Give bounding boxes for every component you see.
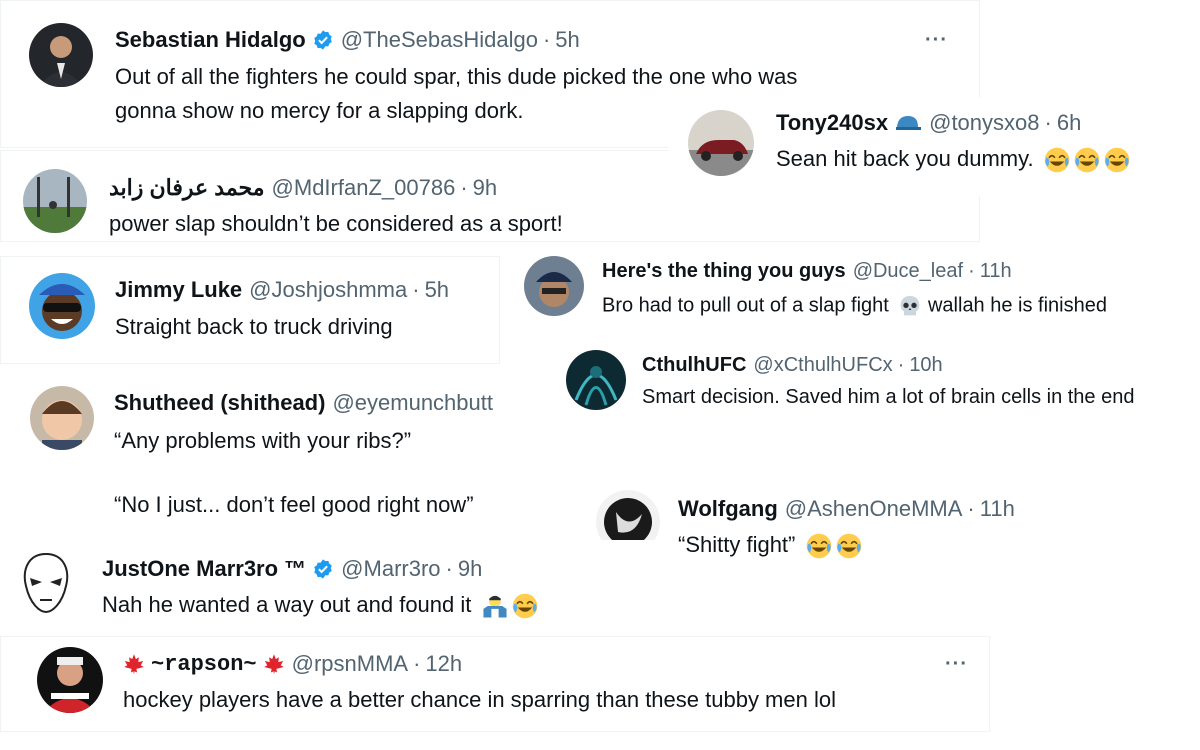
- maple-leaf-emoji: [123, 653, 145, 675]
- tweet-header: Tony240sx @tonysxo8 · 6h: [776, 110, 1081, 136]
- tweet-text: Bro had to pull out of a slap fight wall…: [602, 294, 1107, 318]
- face-with-tears-of-joy-emoji: [806, 533, 832, 559]
- separator-dot: ·: [967, 496, 975, 521]
- display-name[interactable]: محمد عرفان زابد: [109, 175, 265, 201]
- user-handle[interactable]: @AshenOneMMA: [785, 496, 963, 522]
- display-name[interactable]: Wolfgang: [678, 496, 778, 522]
- tweet-text: Straight back to truck driving: [115, 314, 393, 339]
- maple-leaf-emoji: [263, 653, 285, 675]
- tweet-text: Smart decision. Saved him a lot of brain…: [642, 386, 1135, 408]
- tweet-card-wolfgang[interactable]: Wolfgang @AshenOneMMA · 11h “Shitty figh…: [580, 480, 1200, 572]
- tweet-header: Wolfgang @AshenOneMMA · 11h: [678, 496, 1015, 522]
- avatar[interactable]: [37, 647, 103, 713]
- tweet-text: power slap shouldn’t be considered as a …: [109, 211, 563, 236]
- tweet-header: Jimmy Luke @Joshjoshmma · 5h: [115, 277, 449, 303]
- display-name[interactable]: Tony240sx: [776, 110, 888, 136]
- tweet-header: محمد عرفان زابد @MdIrfanZ_00786 · 9h: [109, 175, 497, 201]
- separator-dot: ·: [445, 556, 453, 581]
- tweet-text: “Shitty fight”: [678, 532, 862, 559]
- display-name[interactable]: Here's the thing you guys: [602, 260, 846, 283]
- user-handle[interactable]: @Marr3ro: [341, 556, 440, 582]
- user-handle[interactable]: @TheSebasHidalgo: [341, 27, 538, 53]
- timestamp[interactable]: 9h: [458, 556, 482, 582]
- timestamp[interactable]: 11h: [980, 260, 1012, 283]
- tweet-text-line-2: “No I just... don’t feel good right now”: [114, 492, 474, 517]
- separator-dot: ·: [542, 27, 551, 52]
- more-options-button[interactable]: ···: [925, 29, 948, 52]
- tweet-text-content: Nah he wanted a way out and found it: [102, 592, 472, 617]
- tweet-text-content: “Shitty fight”: [678, 532, 796, 557]
- separator-dot: ·: [412, 277, 420, 302]
- face-with-tears-of-joy-emoji: [836, 533, 862, 559]
- display-name[interactable]: Jimmy Luke: [115, 277, 242, 303]
- tweet-text-line-1: “Any problems with your ribs?”: [114, 428, 412, 453]
- display-name[interactable]: ~rapson~: [151, 652, 257, 677]
- tweet-card-shutheed[interactable]: Shutheed (shithead) @eyemunchbutt “Any p…: [0, 370, 560, 530]
- face-with-tears-of-joy-emoji: [1044, 147, 1070, 173]
- timestamp[interactable]: 11h: [980, 496, 1015, 522]
- timestamp[interactable]: 9h: [473, 175, 497, 201]
- skull-emoji: [898, 294, 922, 318]
- face-with-tears-of-joy-emoji: [512, 593, 538, 619]
- tweet-card-jimmy-luke[interactable]: Jimmy Luke @Joshjoshmma · 5h Straight ba…: [0, 256, 500, 364]
- user-handle[interactable]: @tonysxo8: [929, 110, 1039, 136]
- avatar[interactable]: [29, 273, 95, 339]
- tweet-header: JustOne Marr3ro ™ @Marr3ro · 9h: [102, 556, 482, 582]
- timestamp[interactable]: 12h: [425, 651, 462, 677]
- tweet-text: Sean hit back you dummy.: [776, 146, 1130, 173]
- face-with-tears-of-joy-emoji: [1074, 147, 1100, 173]
- display-name[interactable]: JustOne Marr3ro ™: [102, 556, 306, 582]
- tweet-header: Shutheed (shithead) @eyemunchbutt: [114, 390, 493, 416]
- face-with-tears-of-joy-emoji: [1104, 147, 1130, 173]
- separator-dot: ·: [897, 354, 905, 376]
- tweet-header: Here's the thing you guys @Duce_leaf · 1…: [602, 260, 1012, 283]
- tweet-header: ~rapson~ @rpsnMMA · 12h: [123, 651, 462, 677]
- tweet-text-line-2: gonna show no mercy for a slapping dork.: [115, 98, 524, 123]
- separator-dot: ·: [460, 175, 468, 200]
- tweet-card-duce-leaf[interactable]: Here's the thing you guys @Duce_leaf · 1…: [500, 242, 1200, 332]
- man-shrugging-emoji: [482, 593, 508, 619]
- verified-badge-icon: [312, 558, 334, 580]
- tweet-header: Sebastian Hidalgo @TheSebasHidalgo · 5h: [115, 27, 580, 53]
- user-handle[interactable]: @eyemunchbutt: [332, 390, 493, 416]
- display-name[interactable]: Shutheed (shithead): [114, 390, 325, 416]
- user-handle[interactable]: @rpsnMMA: [292, 651, 408, 677]
- separator-dot: ·: [413, 651, 421, 676]
- display-name[interactable]: CthulhUFC: [642, 354, 746, 377]
- tweet-text-content: Bro had to pull out of a slap fight: [602, 294, 889, 317]
- user-handle[interactable]: @Joshjoshmma: [249, 277, 407, 303]
- tweet-text-line-1: Out of all the fighters he could spar, t…: [115, 64, 798, 89]
- avatar[interactable]: [23, 169, 87, 233]
- tweet-card-tony[interactable]: Tony240sx @tonysxo8 · 6h Sean hit back y…: [668, 98, 1200, 196]
- timestamp[interactable]: 6h: [1057, 110, 1081, 136]
- tweet-text: hockey players have a better chance in s…: [123, 687, 836, 712]
- avatar[interactable]: [30, 386, 94, 450]
- avatar[interactable]: [16, 550, 76, 616]
- avatar[interactable]: [688, 110, 754, 176]
- tweet-card-cthulhufc[interactable]: CthulhUFC @xCthulhUFCx · 10h Smart decis…: [550, 336, 1200, 420]
- avatar[interactable]: [566, 350, 626, 410]
- more-options-button[interactable]: ···: [945, 653, 968, 676]
- tweet-text: Nah he wanted a way out and found it: [102, 592, 538, 619]
- user-handle[interactable]: @xCthulhUFCx: [753, 354, 892, 377]
- verified-badge-icon: [312, 29, 334, 51]
- avatar[interactable]: [524, 256, 584, 316]
- user-handle[interactable]: @Duce_leaf: [853, 260, 963, 283]
- tweet-header: CthulhUFC @xCthulhUFCx · 10h: [642, 354, 943, 377]
- timestamp[interactable]: 5h: [555, 27, 579, 53]
- timestamp[interactable]: 10h: [909, 354, 942, 377]
- tweet-card-marr3ro[interactable]: JustOne Marr3ro ™ @Marr3ro · 9h Nah he w…: [0, 540, 660, 636]
- user-handle[interactable]: @MdIrfanZ_00786: [272, 175, 456, 201]
- tweet-text-content-2: wallah he is finished: [927, 294, 1107, 317]
- separator-dot: ·: [1044, 110, 1052, 135]
- tweet-card-rapson[interactable]: ~rapson~ @rpsnMMA · 12h ··· hockey playe…: [0, 636, 990, 732]
- tweet-text-content: Sean hit back you dummy.: [776, 146, 1034, 171]
- avatar[interactable]: [29, 23, 93, 87]
- blue-cap-emoji: [894, 113, 922, 133]
- timestamp[interactable]: 5h: [425, 277, 449, 303]
- separator-dot: ·: [968, 260, 975, 282]
- display-name[interactable]: Sebastian Hidalgo: [115, 27, 306, 53]
